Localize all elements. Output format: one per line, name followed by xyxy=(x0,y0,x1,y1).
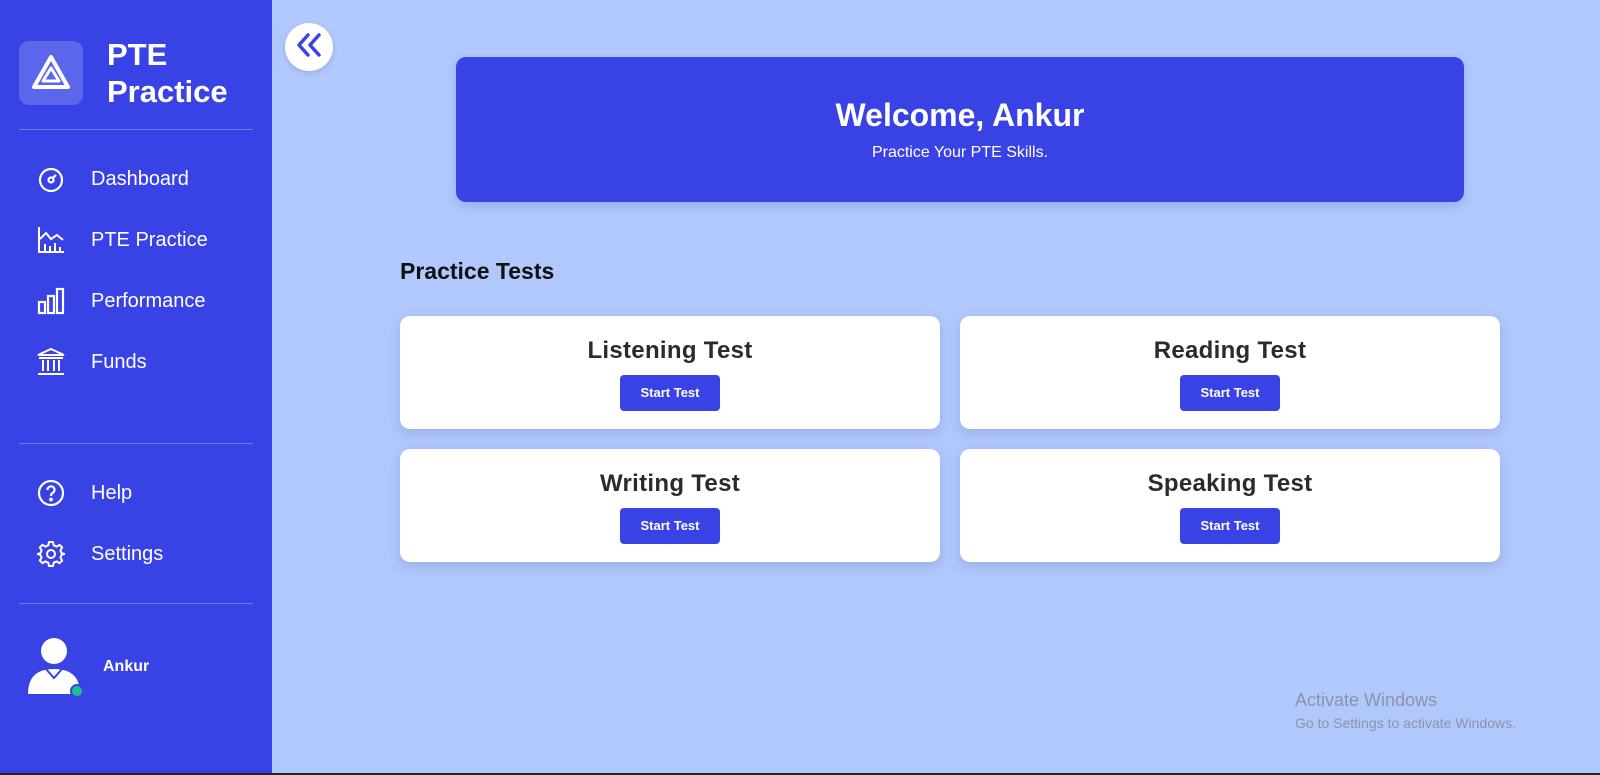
brand[interactable]: PTE Practice xyxy=(19,36,247,110)
test-card-listening: Listening Test Start Test xyxy=(400,316,940,429)
sidebar-item-settings[interactable]: Settings xyxy=(36,539,163,569)
app: PTE Practice Dashboard PTE Practice Perf… xyxy=(0,0,1600,775)
sidebar-item-dashboard[interactable]: Dashboard xyxy=(36,164,189,194)
test-card-reading: Reading Test Start Test xyxy=(960,316,1500,429)
sidebar-item-label: PTE Practice xyxy=(91,228,208,251)
user-name: Ankur xyxy=(103,658,150,675)
welcome-title: Welcome, Ankur xyxy=(835,97,1085,133)
sidebar-item-performance[interactable]: Performance xyxy=(36,286,206,316)
sidebar-item-label: Funds xyxy=(91,350,147,373)
sidebar-divider xyxy=(19,129,253,130)
start-test-button[interactable]: Start Test xyxy=(620,375,720,411)
start-test-button[interactable]: Start Test xyxy=(1180,508,1280,544)
welcome-subtitle: Practice Your PTE Skills. xyxy=(871,144,1049,161)
watermark-title: Activate Windows xyxy=(1295,690,1438,710)
sidebar-item-pte-practice[interactable]: PTE Practice xyxy=(36,225,208,255)
collapse-sidebar-button[interactable] xyxy=(285,23,333,71)
sidebar-item-help[interactable]: Help xyxy=(36,478,132,508)
online-status-dot xyxy=(70,684,84,698)
triangle-logo-icon xyxy=(19,41,83,105)
test-card-title: Speaking Test xyxy=(1147,470,1313,497)
sidebar-divider xyxy=(19,443,253,444)
avatar xyxy=(24,636,86,698)
sidebar: PTE Practice Dashboard PTE Practice Perf… xyxy=(0,0,272,775)
sidebar-item-label: Dashboard xyxy=(91,167,189,190)
section-title: Practice Tests xyxy=(400,258,555,284)
gauge-icon xyxy=(36,164,66,194)
bank-icon xyxy=(36,347,66,377)
line-chart-icon xyxy=(36,225,66,255)
test-card-speaking: Speaking Test Start Test xyxy=(960,449,1500,562)
test-card-title: Writing Test xyxy=(599,470,741,497)
user-profile[interactable]: Ankur xyxy=(24,636,149,698)
sidebar-item-label: Performance xyxy=(91,289,206,312)
sidebar-divider xyxy=(19,603,253,604)
welcome-banner: Welcome, Ankur Practice Your PTE Skills. xyxy=(456,57,1464,202)
sidebar-item-funds[interactable]: Funds xyxy=(36,347,147,377)
start-test-button[interactable]: Start Test xyxy=(620,508,720,544)
help-circle-icon xyxy=(36,478,66,508)
watermark-subtitle: Go to Settings to activate Windows. xyxy=(1295,715,1516,731)
double-chevron-left-icon xyxy=(294,30,324,65)
test-card-title: Listening Test xyxy=(587,337,753,364)
gear-icon xyxy=(36,539,66,569)
activate-windows-watermark: Activate Windows Go to Settings to activ… xyxy=(1295,690,1516,731)
test-card-writing: Writing Test Start Test xyxy=(400,449,940,562)
bar-chart-icon xyxy=(36,286,66,316)
test-card-title: Reading Test xyxy=(1153,337,1307,364)
sidebar-item-label: Settings xyxy=(91,542,164,565)
start-test-button[interactable]: Start Test xyxy=(1180,375,1280,411)
brand-name: PTE Practice xyxy=(107,37,228,109)
sidebar-item-label: Help xyxy=(91,481,133,504)
